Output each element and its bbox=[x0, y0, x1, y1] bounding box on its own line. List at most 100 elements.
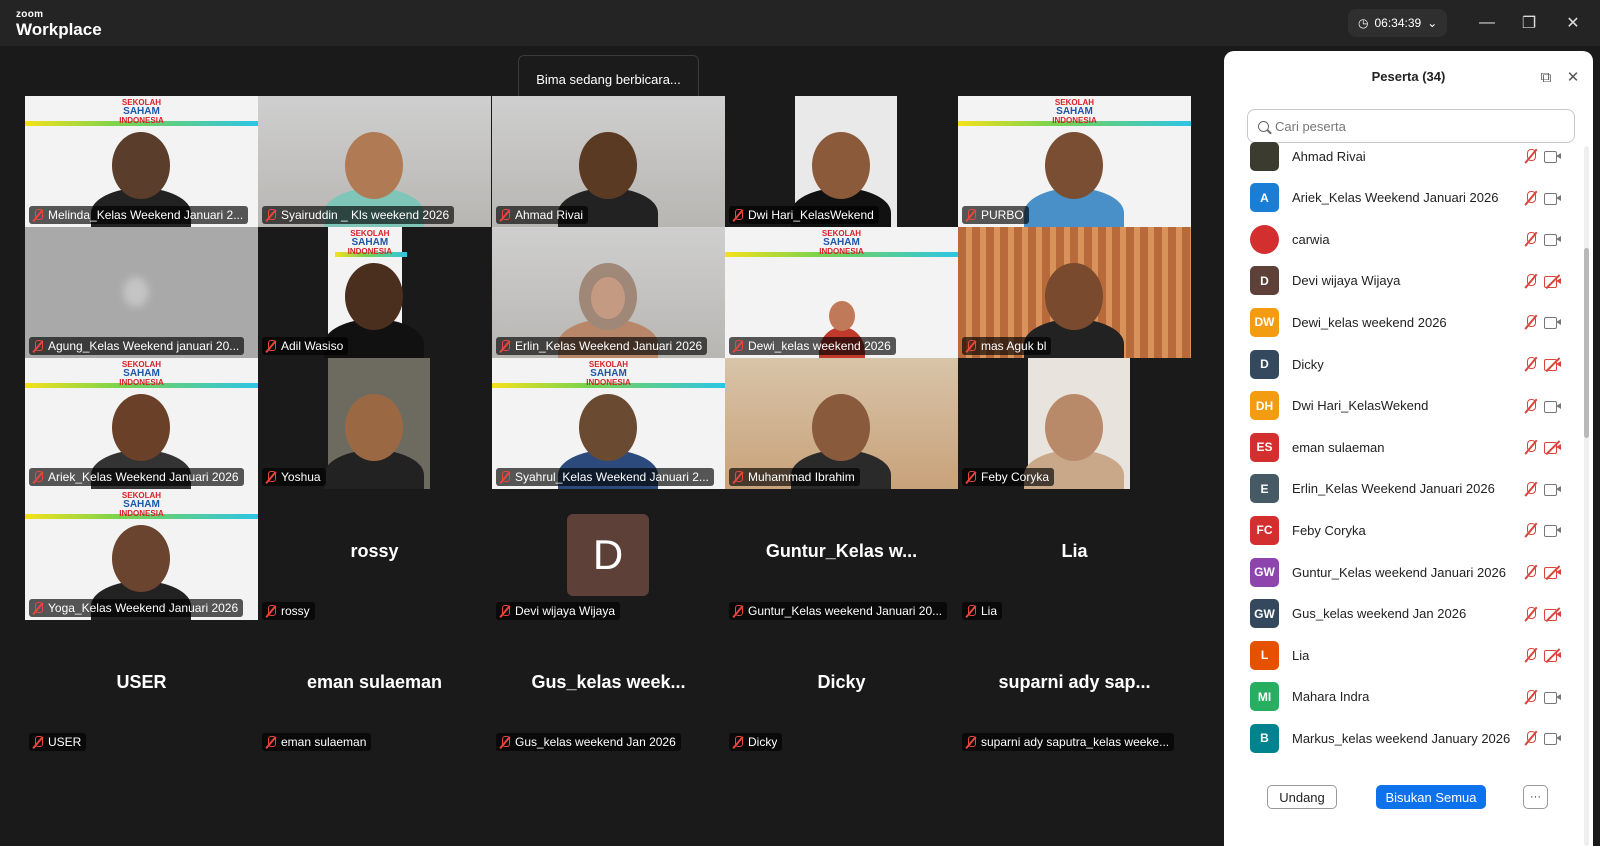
invite-button[interactable]: Undang bbox=[1267, 785, 1337, 809]
mic-off-icon bbox=[732, 736, 744, 748]
mic-off-icon[interactable] bbox=[1524, 439, 1538, 455]
participant-head bbox=[112, 132, 170, 199]
mic-off-icon[interactable] bbox=[1524, 356, 1538, 372]
video-tile[interactable]: Lia Lia bbox=[958, 489, 1191, 620]
video-tile[interactable]: SEKOLAH SAHAM INDONESIA PURBO bbox=[958, 96, 1191, 227]
mic-off-icon[interactable] bbox=[1524, 564, 1538, 580]
meeting-timer[interactable]: ◷ 06:34:39 ⌄ bbox=[1348, 9, 1448, 37]
video-tile[interactable]: SEKOLAH SAHAM INDONESIA Yoga_Kelas Weekend … bbox=[25, 489, 258, 620]
camera-off-icon[interactable] bbox=[1544, 606, 1562, 622]
scrollbar-thumb[interactable] bbox=[1584, 248, 1589, 438]
mic-off-icon[interactable] bbox=[1524, 190, 1538, 206]
tile-name-label: eman sulaeman bbox=[262, 733, 372, 751]
mic-off-icon[interactable] bbox=[1524, 647, 1538, 663]
participant-head bbox=[345, 263, 403, 330]
participant-row[interactable]: MI Mahara Indra bbox=[1224, 676, 1584, 718]
video-tile[interactable]: D Devi wijaya Wijaya bbox=[492, 489, 725, 620]
video-tile[interactable]: Feby Coryka bbox=[958, 358, 1191, 489]
participant-row[interactable]: L Lia bbox=[1224, 634, 1584, 676]
tile-name-text: eman sulaeman bbox=[281, 735, 367, 749]
video-tile[interactable]: Guntur_Kelas w... Guntur_Kelas weekend Ja… bbox=[725, 489, 958, 620]
participant-row[interactable]: carwia bbox=[1224, 218, 1584, 260]
participant-avatar bbox=[1250, 141, 1279, 171]
video-tile[interactable]: Agung_Kelas Weekend januari 20... bbox=[25, 227, 258, 358]
tile-name-text: PURBO bbox=[981, 208, 1024, 222]
video-tile[interactable]: Gus_kelas week... Gus_kelas weekend Jan 2… bbox=[492, 620, 725, 751]
close-panel-icon[interactable]: ✕ bbox=[1563, 67, 1583, 87]
participant-name: Feby Coryka bbox=[1292, 522, 1366, 538]
video-tile[interactable]: rossy rossy bbox=[258, 489, 491, 620]
participant-row[interactable]: B Markus_kelas weekend January 2026 bbox=[1224, 717, 1584, 759]
camera-icon[interactable] bbox=[1544, 483, 1562, 496]
participant-avatar: D bbox=[1250, 349, 1279, 379]
tile-name-label: Ahmad Rivai bbox=[496, 206, 589, 224]
participant-row[interactable]: DW Dewi_kelas weekend 2026 bbox=[1224, 301, 1584, 343]
camera-icon[interactable] bbox=[1544, 524, 1562, 538]
mic-off-icon[interactable] bbox=[1524, 481, 1538, 497]
mic-off-icon[interactable] bbox=[1524, 689, 1538, 705]
video-tile[interactable]: mas Aguk bl bbox=[958, 227, 1191, 358]
scrollbar[interactable] bbox=[1584, 146, 1589, 846]
tile-name-label: Yoga_Kelas Weekend Januari 2026 bbox=[29, 599, 244, 617]
mic-off-icon[interactable] bbox=[1524, 273, 1538, 289]
participant-row[interactable]: FC Feby Coryka bbox=[1224, 509, 1584, 551]
video-tile[interactable]: SEKOLAH SAHAM INDONESIA Ariek_Kelas Weekend… bbox=[25, 358, 258, 489]
video-tile[interactable]: eman sulaeman eman sulaeman bbox=[258, 620, 491, 751]
video-tile[interactable]: SEKOLAH SAHAM INDONESIA Dewi_kelas weekend … bbox=[725, 227, 958, 358]
video-tile[interactable]: Syairuddin _ Kls weekend 2026 bbox=[258, 96, 491, 227]
participant-row[interactable]: D Dicky bbox=[1224, 343, 1584, 385]
camera-icon[interactable] bbox=[1544, 732, 1562, 746]
video-tile[interactable]: Muhammad Ibrahim bbox=[725, 358, 958, 489]
participant-row[interactable]: Ahmad Rivai bbox=[1224, 135, 1584, 177]
video-tile[interactable]: SEKOLAH SAHAM INDONESIA Adil Wasiso bbox=[258, 227, 491, 358]
close-window-button[interactable]: ✕ bbox=[1558, 10, 1588, 36]
participant-avatar bbox=[1250, 224, 1279, 254]
minimize-button[interactable]: — bbox=[1472, 10, 1502, 36]
camera-off-icon[interactable] bbox=[1544, 648, 1562, 663]
camera-off-icon[interactable] bbox=[1544, 565, 1562, 580]
video-tile[interactable]: Ahmad Rivai bbox=[492, 96, 725, 227]
camera-icon[interactable] bbox=[1544, 316, 1562, 330]
sekolah-saham-logo: SEKOLAH SAHAM INDONESIA bbox=[1052, 98, 1097, 125]
camera-off-icon[interactable] bbox=[1544, 274, 1562, 289]
participant-avatar: A bbox=[1250, 183, 1279, 213]
mic-off-icon[interactable] bbox=[1524, 148, 1538, 164]
camera-icon[interactable] bbox=[1544, 400, 1562, 413]
mic-off-icon[interactable] bbox=[1524, 314, 1538, 330]
mic-off-icon bbox=[965, 605, 977, 617]
participant-row[interactable]: GW Gus_kelas weekend Jan 2026 bbox=[1224, 593, 1584, 635]
mic-off-icon[interactable] bbox=[1524, 606, 1538, 622]
restore-button[interactable]: ❐ bbox=[1514, 10, 1544, 36]
video-tile[interactable]: suparni ady sap... suparni ady saputra_ke… bbox=[958, 620, 1191, 751]
video-tile[interactable]: Yoshua bbox=[258, 358, 491, 489]
participant-row[interactable]: A Ariek_Kelas Weekend Januari 2026 bbox=[1224, 177, 1584, 219]
video-tile[interactable]: Dwi Hari_KelasWekend bbox=[725, 96, 958, 227]
mic-off-icon bbox=[32, 209, 44, 221]
mic-off-icon[interactable] bbox=[1524, 522, 1538, 538]
participant-row[interactable]: GW Guntur_Kelas weekend Januari 2026 bbox=[1224, 551, 1584, 593]
camera-off-icon[interactable] bbox=[1544, 357, 1562, 372]
video-tile[interactable]: Dicky Dicky bbox=[725, 620, 958, 751]
participant-row[interactable]: E Erlin_Kelas Weekend Januari 2026 bbox=[1224, 468, 1584, 510]
camera-icon[interactable] bbox=[1544, 150, 1562, 163]
video-tile[interactable]: USER USER bbox=[25, 620, 258, 751]
mute-all-button[interactable]: Bisukan Semua bbox=[1376, 785, 1486, 809]
mic-off-icon[interactable] bbox=[1524, 231, 1538, 247]
camera-off-icon[interactable] bbox=[1544, 440, 1562, 455]
participant-row[interactable]: ES eman sulaeman bbox=[1224, 426, 1584, 468]
tile-name-label: PURBO bbox=[962, 206, 1029, 224]
video-tile[interactable]: SEKOLAH SAHAM INDONESIA Melinda_Kelas Weeke… bbox=[25, 96, 258, 227]
popout-icon[interactable]: ⧉ bbox=[1536, 67, 1556, 87]
mic-off-icon[interactable] bbox=[1524, 730, 1538, 746]
participant-name: carwia bbox=[1292, 231, 1330, 247]
video-tile[interactable]: Erlin_Kelas Weekend Januari 2026 bbox=[492, 227, 725, 358]
mic-off-icon[interactable] bbox=[1524, 398, 1538, 414]
camera-icon[interactable] bbox=[1544, 192, 1562, 205]
camera-icon[interactable] bbox=[1544, 691, 1562, 704]
participant-name: Markus_kelas weekend January 2026 bbox=[1292, 730, 1511, 746]
video-tile[interactable]: SEKOLAH SAHAM INDONESIA Syahrul_Kelas Weeke… bbox=[492, 358, 725, 489]
more-options-button[interactable]: ··· bbox=[1523, 785, 1548, 809]
camera-icon[interactable] bbox=[1544, 233, 1562, 247]
participant-row[interactable]: D Devi wijaya Wijaya bbox=[1224, 260, 1584, 302]
participant-row[interactable]: DH Dwi Hari_KelasWekend bbox=[1224, 385, 1584, 427]
